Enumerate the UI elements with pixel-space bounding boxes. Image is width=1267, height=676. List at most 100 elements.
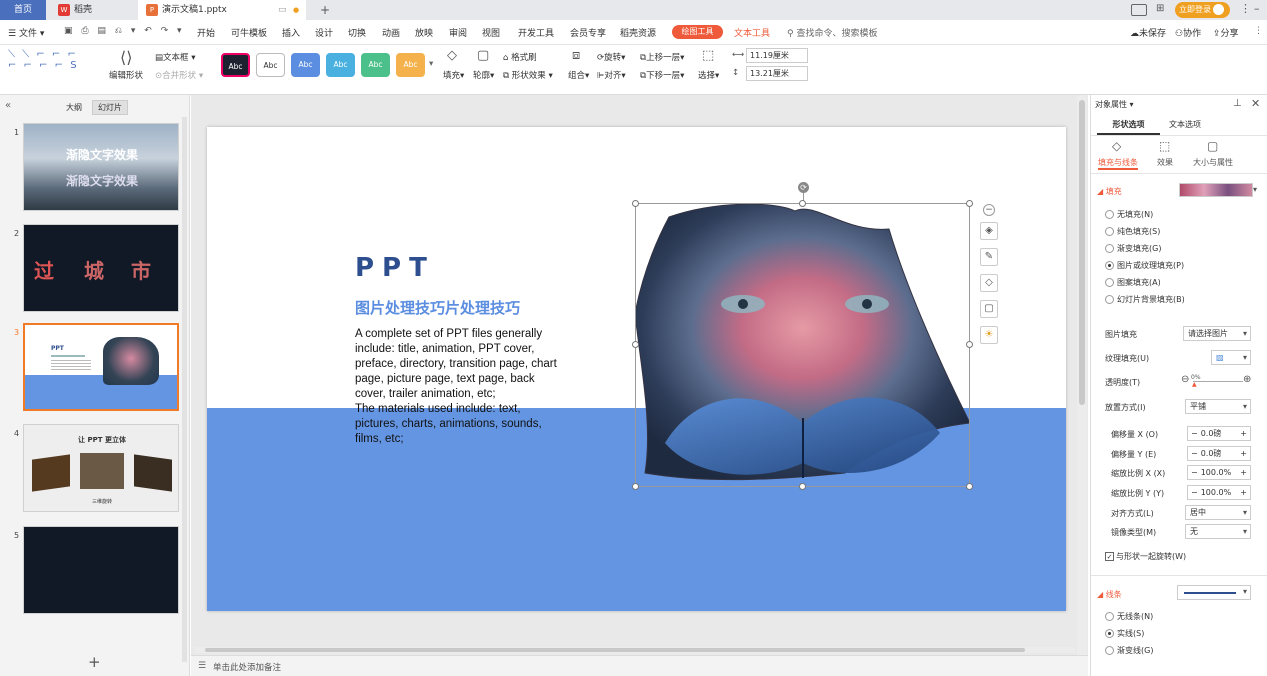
file-menu[interactable]: ☰ 文件 ▾ [8,26,44,39]
slide-thumbnail-2[interactable]: 过 城 市 [23,224,179,312]
width-input[interactable]: 11.19厘米 [746,48,808,63]
menu-daoke[interactable]: 稻壳资源 [620,26,656,39]
style-swatch-white[interactable]: Abc [256,53,285,77]
slide-body-text[interactable]: A complete set of PPT files generally in… [355,327,560,447]
slide-thumbnail-1[interactable]: 渐隐文字效果 渐隐文字效果 [23,123,179,211]
decrement-icon[interactable]: − [1188,488,1201,497]
lightbulb-icon[interactable]: ☀ [980,326,998,344]
edit-shape-button[interactable]: 编辑形状 [109,69,143,81]
decrement-icon[interactable]: − [1188,468,1201,477]
menu-member[interactable]: 会员专享 [570,26,606,39]
increment-icon[interactable]: + [1240,447,1247,460]
menu-developer[interactable]: 开发工具 [518,26,554,39]
ribbon-more-icon[interactable]: ⋮ [1254,26,1263,36]
menu-review[interactable]: 审阅 [449,26,467,39]
new-tab-button[interactable]: + [312,0,330,20]
resize-handle-se[interactable] [966,483,973,490]
style-swatch-cyan[interactable]: Abc [326,53,355,77]
menu-slideshow[interactable]: 放映 [415,26,433,39]
resize-handle-n[interactable] [799,200,806,207]
close-icon[interactable]: ✕ [1251,97,1260,110]
line-option-none[interactable]: 无线条(N) [1105,611,1153,622]
menu-start[interactable]: 开始 [197,26,215,39]
subtab-size-properties[interactable]: 大小与属性 [1193,157,1233,168]
format-painter-button[interactable]: ⌂ 格式刷 [503,51,537,63]
slide-thumbnail-3-selected[interactable]: PPT [23,323,179,411]
send-backward-button[interactable]: ⧉下移一层▾ [640,69,684,81]
resize-handle-nw[interactable] [632,200,639,207]
add-slide-button[interactable]: + [88,653,101,671]
canvas-horizontal-scrollbar[interactable] [195,647,1075,653]
tab-text-options[interactable]: 文本选项 [1169,119,1201,130]
rotate-handle-icon[interactable]: ⟳ [798,182,809,193]
notes-bar[interactable]: ☰ 单击此处添加备注 [191,655,1088,676]
style-swatch-orange[interactable]: Abc [396,53,425,77]
decrement-icon[interactable]: − [1188,449,1201,458]
slide-thumbnail-4[interactable]: 让 PPT 更立体 三维旋转 [23,424,179,512]
fill-button[interactable]: 填充▾ [443,69,464,81]
scroll-thumb[interactable] [1079,100,1085,405]
collapse-panel-icon[interactable]: « [5,100,11,111]
more-icon[interactable]: ⋮ [1240,2,1251,15]
pen-icon[interactable]: ✎ [980,248,998,266]
offset-x-input[interactable]: −0.0磅 + [1187,426,1251,441]
align-select[interactable]: 居中 [1185,505,1251,520]
style-gallery-more-icon[interactable]: ▾ [429,59,433,69]
line-option-solid[interactable]: 实线(S) [1105,628,1144,639]
select-button[interactable]: 选择▾ [698,69,719,81]
grid-icon[interactable]: ⊞ [1156,3,1164,14]
transparency-slider[interactable] [1193,381,1243,382]
style-swatch-blue[interactable]: Abc [291,53,320,77]
tab-drawing-tools[interactable]: 绘图工具 [672,25,723,39]
resize-handle-s[interactable] [799,483,806,490]
menu-animation[interactable]: 动画 [382,26,400,39]
subtab-fill-line[interactable]: 填充与线条 [1098,157,1138,170]
selection-frame[interactable] [635,203,970,487]
tab-document[interactable]: P 演示文稿1.pptx ▭ ● [138,0,306,20]
transparency-plus-icon[interactable]: ⊕ [1243,374,1251,385]
h-scroll-thumb[interactable] [205,648,1025,652]
resize-handle-w[interactable] [632,341,639,348]
layout-icon[interactable] [1131,4,1147,16]
fill-option-pattern[interactable]: 图案填充(A) [1105,277,1161,288]
share-button[interactable]: ⇪分享 [1213,26,1239,39]
menu-transition[interactable]: 切换 [348,26,366,39]
minimize-icon[interactable]: – [1254,2,1260,15]
line-shapes-gallery[interactable]: ⟍ ⟍ ⌐ ⌐ ⌐ ⌐ ⌐ ⌐ ⌐ S [8,49,79,71]
texture-fill-select[interactable]: ▨ [1211,350,1251,365]
canvas-vertical-scrollbar[interactable] [1077,95,1087,655]
align-button[interactable]: ⊫对齐▾ [597,69,626,81]
line-option-gradient[interactable]: 渐变线(G) [1105,645,1153,656]
style-swatch-dark[interactable]: Abc [221,53,250,77]
collab-button[interactable]: ⚇协作 [1175,26,1201,39]
fill-icon[interactable]: ◇ [980,274,998,292]
slide-title[interactable]: PPT [355,253,435,283]
style-swatch-green[interactable]: Abc [361,53,390,77]
group-button[interactable]: 组合▾ [568,69,589,81]
fill-option-solid[interactable]: 纯色填充(S) [1105,226,1160,237]
bring-forward-button[interactable]: ⧉上移一层▾ [640,51,684,63]
fill-option-none[interactable]: 无填充(N) [1105,209,1153,220]
line-section-header[interactable]: ◢ 线条 [1097,589,1122,600]
merge-shape-button[interactable]: ⊙合并形状 ▾ [155,69,203,81]
tab-slides[interactable]: 幻灯片 [92,100,128,115]
scale-x-input[interactable]: −100.0% + [1187,465,1251,480]
fill-option-picture[interactable]: 图片或纹理填充(P) [1105,260,1184,271]
fill-option-slide-bg[interactable]: 幻灯片背景填充(B) [1105,294,1185,305]
subtab-effect[interactable]: 效果 [1157,157,1173,168]
pin-icon[interactable]: ⊥ [1233,98,1242,109]
placement-select[interactable]: 平铺 [1185,399,1251,414]
transparency-minus-icon[interactable]: ⊖ [1181,374,1189,385]
fill-section-header[interactable]: ◢ 填充 [1097,186,1122,197]
increment-icon[interactable]: + [1240,486,1247,499]
collapse-toolbar-icon[interactable]: − [983,204,995,216]
screen-icon[interactable]: ▭ [278,0,287,20]
transparency-slider-thumb[interactable]: ▲ [1192,381,1197,388]
increment-icon[interactable]: + [1240,466,1247,479]
slide[interactable]: PPT 图片处理技巧片处理技巧 A complete set of PPT fi… [207,127,1066,611]
fill-preview-swatch[interactable] [1179,183,1253,197]
tab-home[interactable]: 首页 [0,0,46,20]
scale-y-input[interactable]: −100.0% + [1187,485,1251,500]
shape-effects-button[interactable]: ⧉ 形状效果 ▾ [503,69,553,81]
outline-button[interactable]: 轮廓▾ [473,69,494,81]
